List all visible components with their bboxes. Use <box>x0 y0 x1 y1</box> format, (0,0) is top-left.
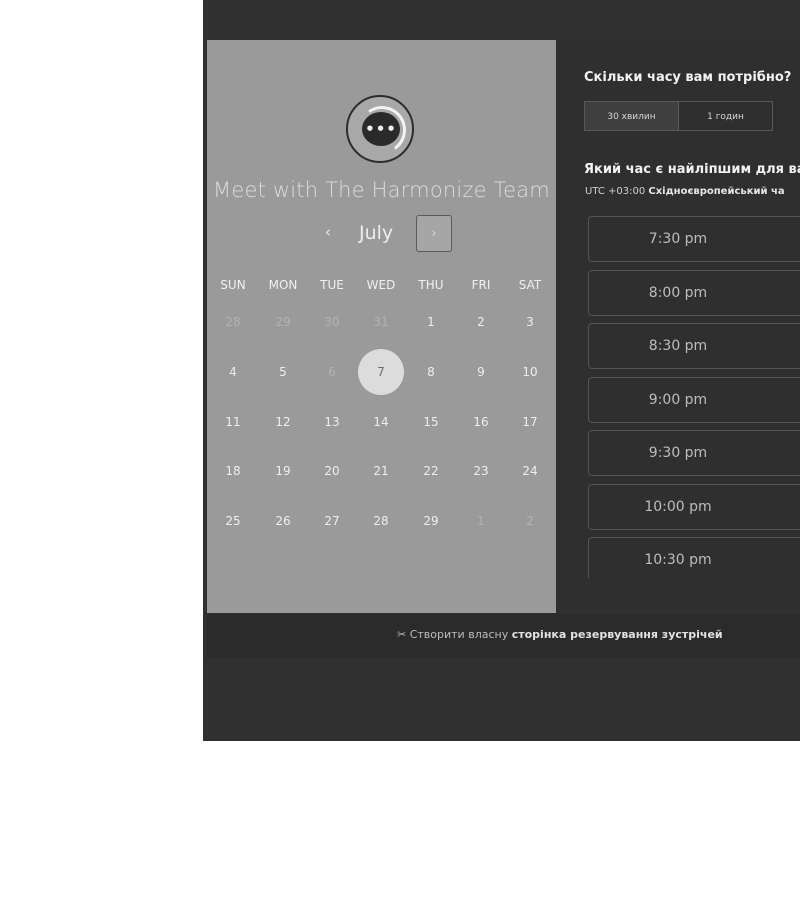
calendar-day[interactable]: 10 <box>507 349 553 395</box>
footer-link[interactable]: ✂ Створити власну сторінка резервування … <box>397 628 723 641</box>
calendar-day[interactable]: 5 <box>260 349 306 395</box>
calendar-day: 2 <box>526 514 534 528</box>
calendar-day[interactable]: 25 <box>210 498 256 544</box>
weekday-thu: THU <box>418 278 444 292</box>
time-slot-button[interactable]: 7:30 pm <box>588 216 800 262</box>
calendar-day: 1 <box>477 514 485 528</box>
page-title: Meet with The Harmonize Team <box>213 178 550 202</box>
slot-list-fade <box>556 578 800 613</box>
prev-month-button[interactable]: ‹ <box>320 223 336 243</box>
calendar-day[interactable]: 22 <box>408 448 454 494</box>
calendar-day[interactable]: 24 <box>507 448 553 494</box>
selected-day[interactable]: 7 <box>358 349 404 395</box>
calendar-day: 30 <box>324 315 340 329</box>
time-slot-button[interactable]: 9:30 pm <box>588 430 800 476</box>
calendar-day[interactable]: 2 <box>458 299 504 345</box>
time-slot-button[interactable]: 10:00 pm <box>588 483 800 530</box>
duration-question: Скільки часу вам потрібно? <box>584 70 792 85</box>
calendar-day[interactable]: 8 <box>408 349 454 395</box>
harmonize-logo: ••• <box>346 95 414 163</box>
calendar-day[interactable]: 4 <box>210 349 256 395</box>
calendar-day[interactable]: 13 <box>309 399 355 445</box>
calendar-day[interactable]: 3 <box>507 299 553 345</box>
weekday-tue: TUE <box>320 278 344 292</box>
duration-30-button[interactable]: 30 хвилин <box>584 101 679 131</box>
scissors-icon: ✂ <box>397 628 407 641</box>
next-month-button[interactable]: › <box>416 215 452 252</box>
weekday-fri: FRI <box>471 278 491 292</box>
calendar-day[interactable]: 16 <box>458 399 504 445</box>
time-slot-button[interactable]: 8:00 pm <box>588 269 800 316</box>
timezone-name: Східноєвропейський ча <box>648 186 785 197</box>
timezone-label[interactable]: UTC +03:00 Східноєвропейський ча <box>585 186 785 197</box>
weekday-sat: SAT <box>518 278 542 292</box>
chat-bubble-icon: ••• <box>362 112 400 146</box>
calendar-day[interactable]: 29 <box>408 498 454 544</box>
calendar-day[interactable]: 11 <box>210 399 256 445</box>
weekday-mon: MON <box>268 278 298 292</box>
duration-60-button[interactable]: 1 годин <box>678 101 773 131</box>
time-slot-button[interactable]: 10:30 pm <box>588 537 800 583</box>
month-navigation: ‹ July › <box>207 214 556 254</box>
calendar-day[interactable]: 28 <box>358 498 404 544</box>
calendar-day: 6 <box>328 365 336 379</box>
time-slot-button[interactable]: 9:00 pm <box>588 376 800 423</box>
calendar-day: 31 <box>373 315 389 329</box>
calendar-day[interactable]: 19 <box>260 448 306 494</box>
calendar-day: 28 <box>225 315 241 329</box>
footer-prefix: Створити власну <box>409 628 509 641</box>
calendar-day[interactable]: 26 <box>260 498 306 544</box>
calendar-day[interactable]: 14 <box>358 399 404 445</box>
time-question: Який час є найліпшим для вас? <box>584 162 800 177</box>
month-label: July <box>359 222 394 244</box>
calendar-day[interactable]: 20 <box>309 448 355 494</box>
calendar-day[interactable]: 21 <box>358 448 404 494</box>
calendar-day[interactable]: 9 <box>458 349 504 395</box>
calendar-day[interactable]: 1 <box>408 299 454 345</box>
calendar-day[interactable]: 15 <box>408 399 454 445</box>
calendar-day[interactable]: 17 <box>507 399 553 445</box>
calendar-day[interactable]: 23 <box>458 448 504 494</box>
weekday-sun: SUN <box>220 278 246 292</box>
calendar-day[interactable]: 27 <box>309 498 355 544</box>
footer-link-text: сторінка резервування зустрічей <box>511 628 723 641</box>
calendar-day[interactable]: 18 <box>210 448 256 494</box>
timezone-offset: UTC +03:00 <box>585 186 646 197</box>
time-slot-button[interactable]: 8:30 pm <box>588 323 800 369</box>
calendar-day: 29 <box>275 315 291 329</box>
calendar-day[interactable]: 12 <box>260 399 306 445</box>
weekday-wed: WED <box>366 278 396 292</box>
